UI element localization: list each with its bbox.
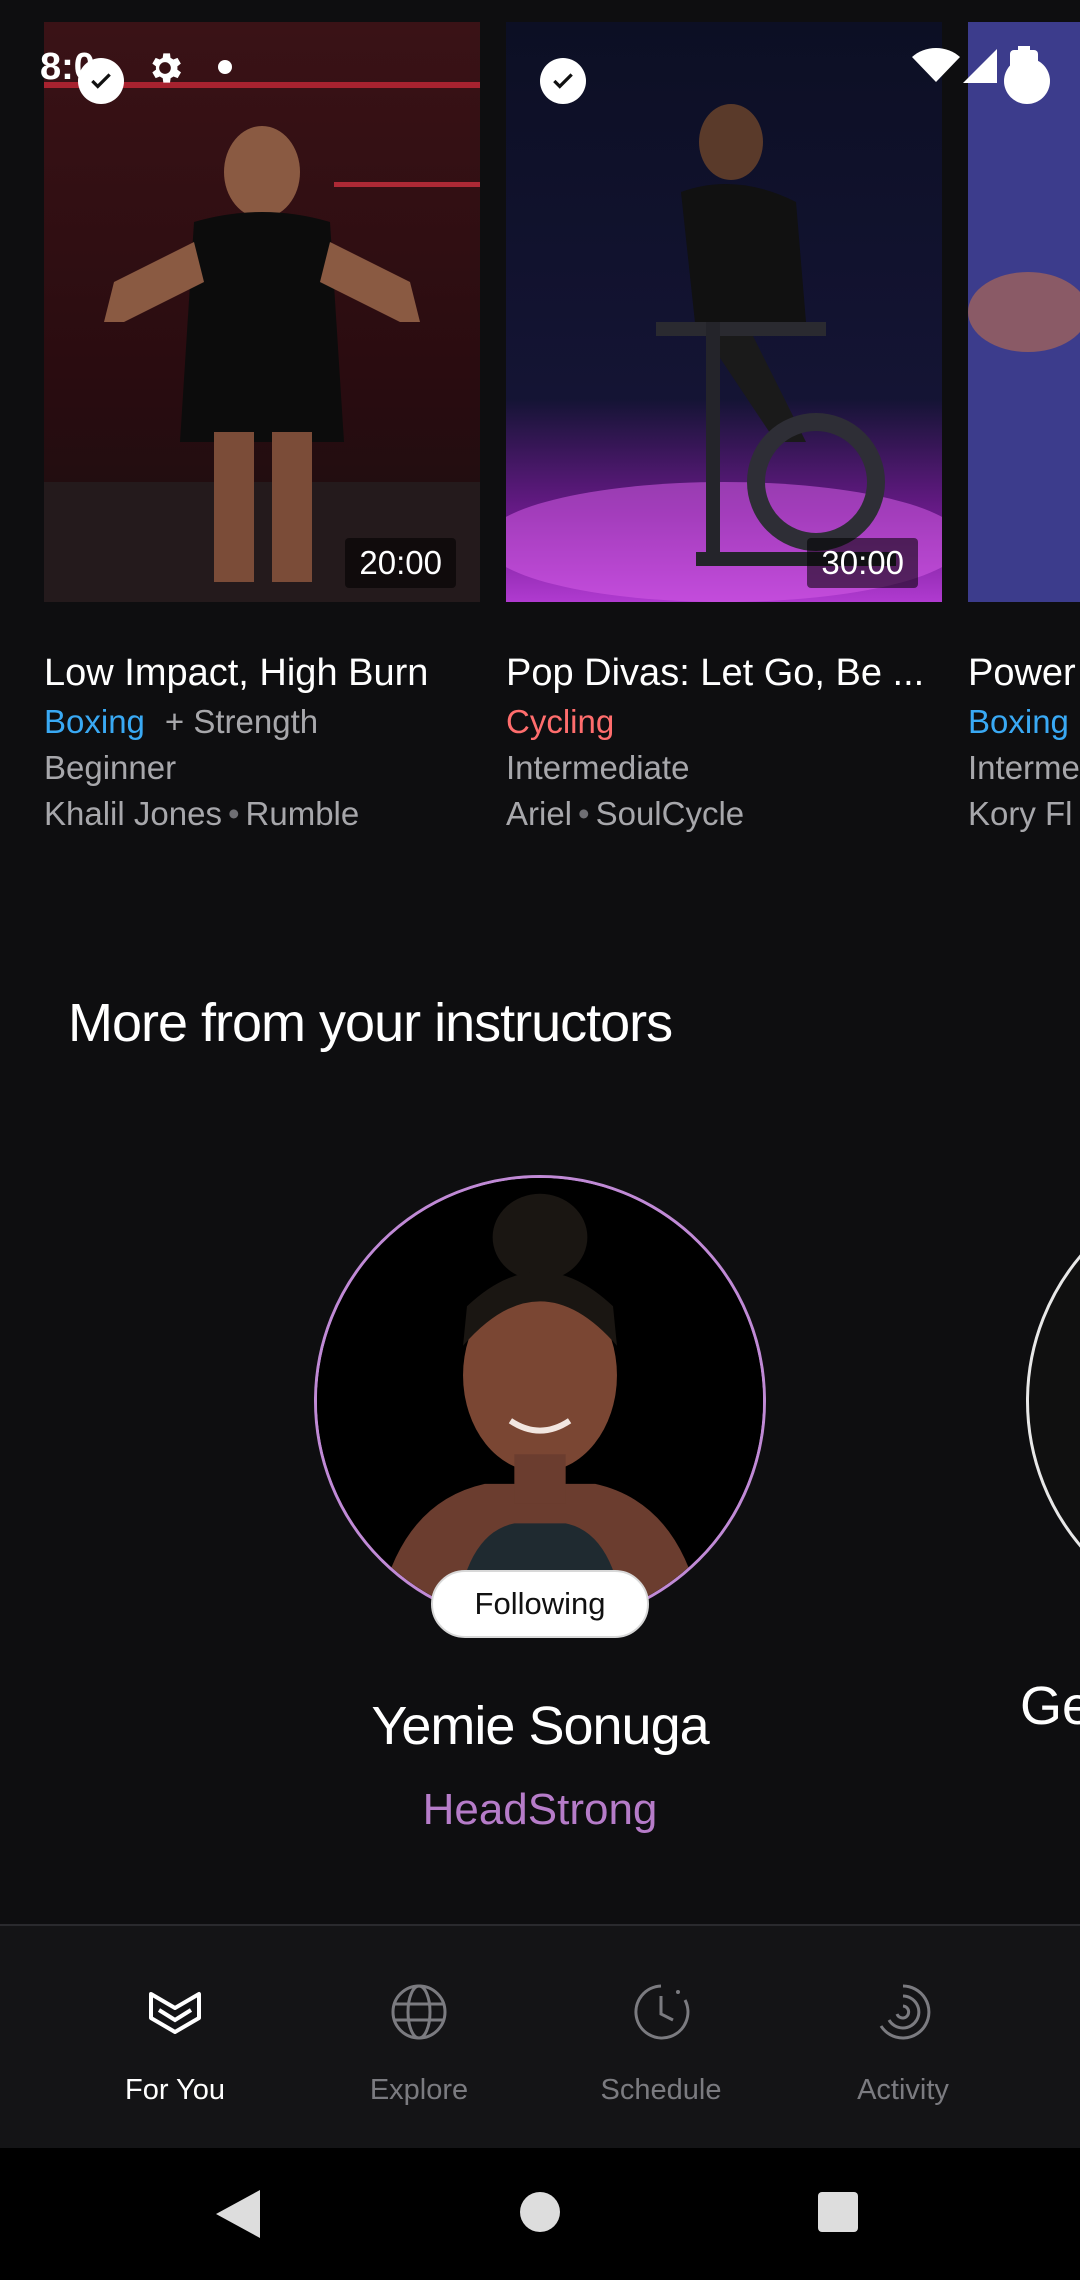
class-category-line: Boxing bbox=[968, 703, 1080, 741]
class-thumbnail[interactable] bbox=[968, 22, 1080, 602]
nav-item-schedule[interactable]: Schedule bbox=[540, 1926, 782, 2150]
class-category: Cycling bbox=[506, 703, 615, 740]
nav-label: Explore bbox=[369, 2074, 469, 2106]
completed-check-icon bbox=[1004, 58, 1050, 104]
class-category: Boxing bbox=[44, 703, 145, 740]
recents-icon[interactable] bbox=[818, 2192, 858, 2232]
boxing-class-image bbox=[968, 22, 1080, 602]
class-level: Beginner bbox=[44, 749, 177, 786]
nav-label: For You bbox=[125, 2074, 225, 2106]
class-instructor: Kory Fl bbox=[968, 795, 1073, 832]
instructor-photo bbox=[317, 1178, 763, 1624]
back-icon[interactable] bbox=[216, 2190, 260, 2238]
system-nav-bar bbox=[0, 2148, 1080, 2280]
class-category-line: Cycling bbox=[506, 703, 942, 741]
following-button[interactable]: Following bbox=[431, 1570, 649, 1638]
cycling-class-image bbox=[506, 22, 942, 602]
globe-icon bbox=[391, 1984, 447, 2040]
class-card[interactable]: Power Boxing Interme Kory Fl bbox=[968, 22, 1080, 833]
instructor-name[interactable]: Ge bbox=[1020, 1675, 1080, 1737]
separator-dot: • bbox=[227, 795, 240, 832]
class-title: Power bbox=[968, 652, 1076, 694]
instructor-card[interactable]: Following Yemie Sonuga HeadStrong bbox=[314, 1175, 766, 1835]
home-icon[interactable] bbox=[520, 2192, 560, 2232]
completed-check-icon bbox=[540, 58, 586, 104]
completed-check-icon bbox=[78, 58, 124, 104]
class-title: Low Impact, High Burn bbox=[44, 652, 429, 694]
class-level: Interme bbox=[968, 749, 1080, 786]
class-card[interactable]: 20:00 Low Impact, High Burn Boxing + Stre… bbox=[44, 22, 480, 833]
nav-item-explore[interactable]: Explore bbox=[298, 1926, 540, 2150]
class-card[interactable]: 30:00 Pop Divas: Let Go, Be ... Cycling … bbox=[506, 22, 942, 833]
screen: 8:0 20:00 Low Impact, High Burn Boxing +… bbox=[0, 0, 1080, 2280]
class-level: Intermediate bbox=[506, 749, 690, 786]
activity-icon bbox=[879, 1984, 931, 2040]
class-duration: 30:00 bbox=[807, 538, 918, 588]
class-cards-row: 20:00 Low Impact, High Burn Boxing + Stre… bbox=[0, 22, 1080, 842]
class-title: Pop Divas: Let Go, Be ... bbox=[506, 652, 925, 694]
boxing-class-image bbox=[44, 22, 480, 602]
instructor-program[interactable]: HeadStrong bbox=[314, 1785, 766, 1835]
separator-dot: • bbox=[578, 795, 590, 832]
class-instructor: Khalil Jones bbox=[44, 795, 222, 832]
nav-label: Schedule bbox=[600, 2074, 722, 2106]
for-you-icon bbox=[149, 1992, 201, 2034]
class-brand: SoulCycle bbox=[595, 795, 745, 832]
nav-item-activity[interactable]: Activity bbox=[782, 1926, 1024, 2150]
avatar[interactable] bbox=[314, 1175, 766, 1627]
class-instructor-line: Ariel • SoulCycle bbox=[506, 795, 942, 833]
class-thumbnail[interactable]: 30:00 bbox=[506, 22, 942, 602]
clock-icon bbox=[634, 1984, 690, 2040]
class-duration: 20:00 bbox=[345, 538, 456, 588]
nav-label: Activity bbox=[857, 2074, 949, 2106]
class-brand: Rumble bbox=[245, 795, 360, 832]
class-extra-category: + Strength bbox=[164, 703, 319, 740]
instructor-name[interactable]: Yemie Sonuga bbox=[314, 1695, 766, 1757]
section-title: More from your instructors bbox=[68, 993, 673, 1053]
nav-item-for-you[interactable]: For You bbox=[54, 1926, 296, 2150]
class-thumbnail[interactable]: 20:00 bbox=[44, 22, 480, 602]
avatar[interactable] bbox=[1026, 1175, 1080, 1627]
bottom-nav: For You Explore Schedule Activity bbox=[0, 1924, 1080, 2148]
class-instructor-line: Khalil Jones • Rumble bbox=[44, 795, 480, 833]
class-category-line: Boxing + Strength bbox=[44, 703, 480, 741]
class-instructor: Ariel bbox=[506, 795, 573, 832]
class-category: Boxing bbox=[968, 703, 1069, 740]
